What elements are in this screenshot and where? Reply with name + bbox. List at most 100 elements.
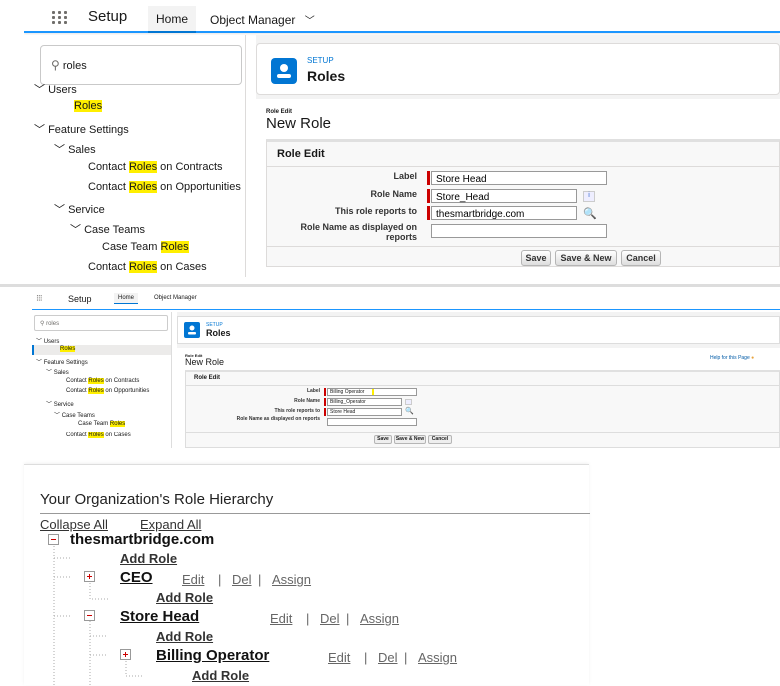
help-link[interactable]: Help for this Page ● [710, 355, 754, 361]
tree-label: Service [53, 402, 74, 408]
assign-link[interactable]: Assign [272, 572, 311, 587]
tree-item-sales[interactable]: ﹀ Sales [24, 139, 246, 157]
add-role-link[interactable]: Add Role [120, 551, 177, 566]
save-and-new-button[interactable]: Save & New [394, 435, 426, 444]
display-name-input[interactable] [327, 418, 417, 426]
delete-link[interactable]: Del [320, 611, 340, 626]
cancel-button[interactable]: Cancel [428, 435, 452, 444]
tree-label-highlight: Roles [88, 388, 104, 394]
tree-label-highlight: Roles [88, 432, 104, 438]
tree-item-case-teams[interactable]: ﹀ Case Teams [24, 219, 246, 237]
edit-link[interactable]: Edit [182, 572, 204, 587]
app-title: Setup [68, 294, 92, 304]
save-button[interactable]: Save [374, 435, 392, 444]
separator: | [258, 572, 262, 587]
role-ceo-link[interactable]: CEO [120, 569, 153, 586]
edit-link[interactable]: Edit [328, 650, 350, 665]
lookup-icon[interactable]: 🔍 [583, 207, 597, 220]
separator: | [306, 611, 310, 626]
tree-item-case-team-roles[interactable]: Case Team Roles [78, 421, 126, 427]
form-heading: New Role [185, 357, 225, 367]
tree-label: Contact [66, 432, 89, 438]
tree-item-case-teams[interactable]: ﹀ Case Teams [54, 410, 95, 419]
required-marker [324, 388, 326, 396]
role-name-input[interactable]: Billing_Operator [327, 398, 402, 406]
expand-icon[interactable] [120, 649, 131, 660]
tree-label: on Cases [103, 432, 131, 438]
save-button[interactable]: Save [521, 250, 551, 266]
separator: | [346, 611, 350, 626]
chevron-down-icon[interactable]: ﹀ [305, 16, 315, 27]
label-input[interactable]: Billing Operator [327, 388, 417, 396]
form-section: Role Edit Label Store Head Role Name Sto… [266, 139, 780, 267]
lookup-icon[interactable]: 🔍 [405, 407, 414, 415]
add-role-link[interactable]: Add Role [156, 590, 213, 605]
display-name-input[interactable] [431, 224, 607, 238]
tree-item-case-team-roles[interactable]: Case Team Roles [24, 239, 246, 257]
setup-sidebar: ⚲ roles ﹀ Users Roles ﹀ Feature Settings… [32, 312, 172, 448]
delete-link[interactable]: Del [378, 650, 398, 665]
tree-item-contact-roles-cases[interactable]: Contact Roles on Cases [24, 259, 246, 277]
app-launcher-icon[interactable]: ⁝⁝⁝ [36, 293, 43, 304]
tree-item-roles[interactable]: Roles [24, 96, 246, 116]
add-role-link[interactable]: Add Role [192, 668, 249, 683]
tree-item-contact-roles-cases[interactable]: Contact Roles on Cases [66, 432, 131, 440]
tab-object-manager[interactable]: Object Manager [154, 295, 197, 301]
main-content: SETUP Roles Role Edit New Role Role Edit… [256, 35, 780, 277]
tree-label: Roles [74, 100, 103, 112]
app-launcher-icon[interactable] [52, 11, 68, 25]
role-name-input[interactable]: Store_Head [431, 189, 577, 203]
tree-item-users[interactable]: ﹀ Users [36, 336, 59, 345]
cancel-button[interactable]: Cancel [621, 250, 661, 266]
role-store-head-link[interactable]: Store Head [120, 608, 199, 625]
tab-object-manager[interactable]: Object Manager ﹀ [202, 6, 323, 33]
collapse-icon[interactable] [84, 610, 95, 621]
quick-find-input[interactable]: ⚲ roles [34, 315, 168, 331]
label-input[interactable]: Store Head [431, 171, 607, 185]
collapse-icon[interactable] [48, 534, 59, 545]
save-and-new-button[interactable]: Save & New [555, 250, 617, 266]
delete-link[interactable]: Del [232, 572, 252, 587]
expand-icon[interactable] [84, 571, 95, 582]
assign-link[interactable]: Assign [360, 611, 399, 626]
tree-item-service[interactable]: ﹀ Service [46, 399, 74, 408]
tab-home[interactable]: Home [114, 293, 139, 304]
page-header: SETUP Roles [256, 43, 780, 95]
assign-link[interactable]: Assign [418, 650, 457, 665]
section-title: Role Edit [277, 148, 325, 160]
required-marker [427, 189, 430, 203]
tree-item-feature-settings[interactable]: ﹀ Feature Settings [24, 119, 246, 137]
user-icon [184, 322, 200, 338]
role-edit-form: Role Edit New Role Help for this Page ● … [177, 348, 780, 448]
help-link-label: Help for this Page [710, 355, 750, 361]
chevron-down-icon: ﹀ [54, 204, 65, 216]
form-section: Role Edit Label Billing Operator Role Na… [185, 370, 780, 448]
tree-item-service[interactable]: ﹀ Service [24, 199, 246, 217]
setup-sidebar: ⚲ roles ﹀ Users Roles ﹀ Feature Settings… [24, 35, 246, 277]
tree-item-contact-roles-contracts[interactable]: Contact Roles on Contracts [66, 378, 139, 384]
label-field-label: Label [306, 388, 320, 394]
tree-label-highlight: Roles [109, 421, 126, 427]
tree-item-sales[interactable]: ﹀ Sales [46, 367, 69, 376]
tree-item-contact-roles-opportunities[interactable]: Contact Roles on Opportunities [66, 388, 149, 394]
tree-label: Case Teams [84, 224, 145, 236]
role-name-field-label: Role Name [294, 398, 320, 404]
tab-home[interactable]: Home [148, 6, 197, 33]
required-marker [427, 206, 430, 220]
required-marker [324, 398, 326, 406]
add-role-link[interactable]: Add Role [156, 629, 213, 644]
info-icon[interactable]: i [583, 191, 595, 202]
tree-label-highlight: Roles [128, 261, 158, 273]
separator: | [364, 650, 368, 665]
tree-item-contact-roles-opportunities[interactable]: Contact Roles on Opportunities [24, 179, 246, 197]
tree-item-feature-settings[interactable]: ﹀ Feature Settings [36, 357, 88, 366]
reports-to-input[interactable]: Store Head [327, 408, 402, 416]
tree-item-roles[interactable]: Roles [32, 345, 171, 355]
reports-to-input[interactable]: thesmartbridge.com [431, 206, 577, 220]
setup-screen-billing-operator: ⁝⁝⁝ Setup Home Object Manager ⚲ roles ﹀ … [32, 290, 780, 448]
tree-item-users[interactable]: ﹀ Users [24, 79, 246, 97]
info-icon[interactable] [405, 399, 412, 405]
role-billing-operator-link[interactable]: Billing Operator [156, 647, 269, 664]
edit-link[interactable]: Edit [270, 611, 292, 626]
tree-item-contact-roles-contracts[interactable]: Contact Roles on Contracts [24, 159, 246, 177]
